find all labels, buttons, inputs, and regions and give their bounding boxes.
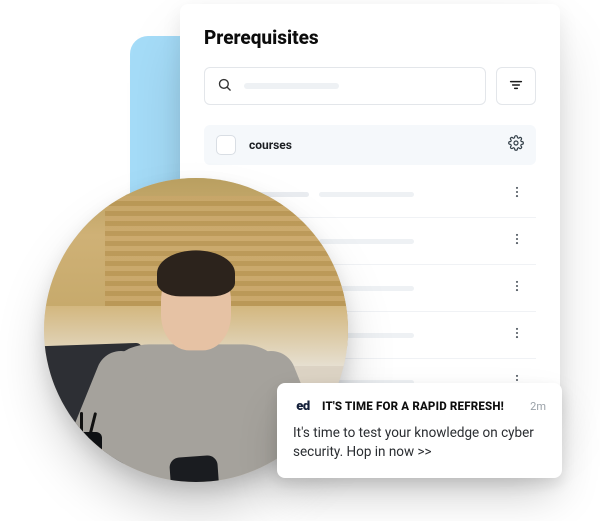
row-menu-icon[interactable]: [510, 325, 524, 345]
notification-header: ed IT'S TIME FOR A RAPID REFRESH! 2m: [293, 396, 546, 416]
notification-card[interactable]: ed IT'S TIME FOR A RAPID REFRESH! 2m It'…: [277, 383, 562, 478]
column-courses-label: courses: [249, 138, 292, 152]
row-menu-icon[interactable]: [510, 231, 524, 251]
app-icon: ed: [293, 396, 313, 416]
filter-button[interactable]: [496, 67, 536, 105]
filter-icon: [508, 77, 524, 96]
search-row: [204, 67, 536, 105]
search-placeholder: [244, 83, 339, 89]
row-menu-icon[interactable]: [510, 278, 524, 298]
search-icon: [217, 77, 232, 96]
search-input[interactable]: [204, 67, 486, 105]
notification-body: It's time to test your knowledge on cybe…: [293, 424, 546, 462]
notification-time: 2m: [530, 400, 546, 413]
row-menu-icon[interactable]: [510, 184, 524, 204]
page-title: Prerequisites: [204, 26, 536, 49]
gear-icon[interactable]: [508, 135, 524, 155]
list-header: courses: [204, 125, 536, 165]
select-all-checkbox[interactable]: [216, 135, 236, 155]
notification-title: IT'S TIME FOR A RAPID REFRESH!: [322, 399, 521, 413]
